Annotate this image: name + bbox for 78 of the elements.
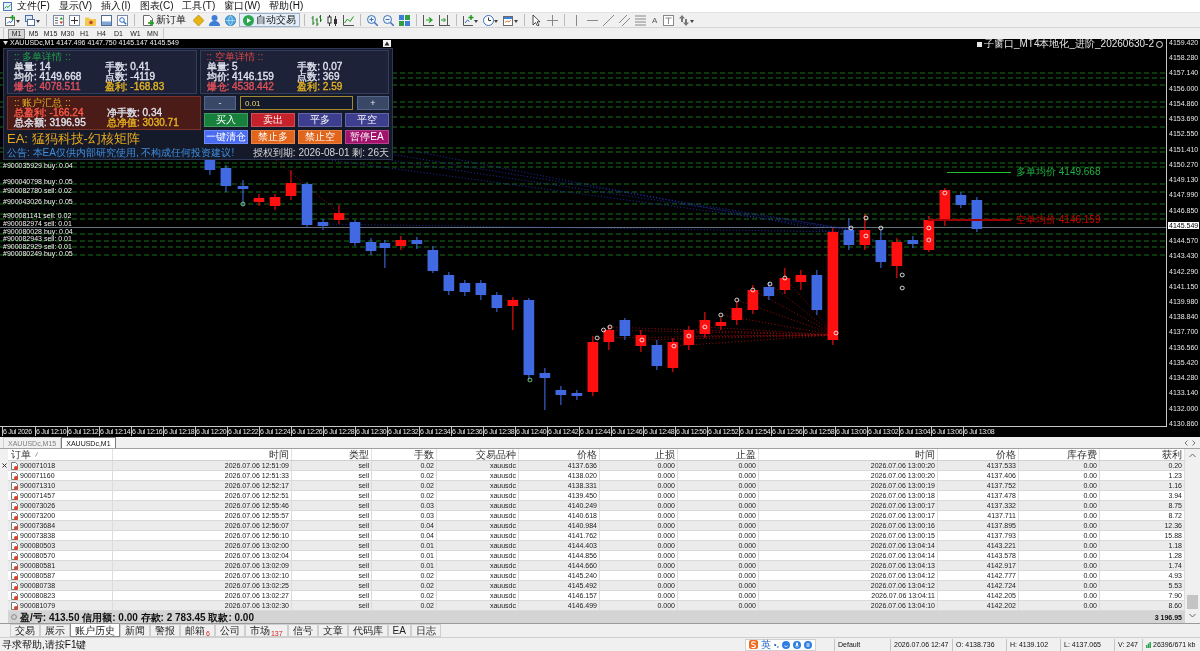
column-header[interactable]: 库存费 [1067,449,1097,460]
chart-plus-icon[interactable] [5,14,20,26]
crosshair-window-icon[interactable] [69,14,80,26]
terminal-tab[interactable]: 邮箱$_{6}$ [180,624,215,637]
column-header[interactable]: 时间 [269,449,289,460]
input-mode-label[interactable]: 英 [761,639,771,650]
zoom-in-icon[interactable] [367,14,378,26]
stacked-windows-icon[interactable] [25,14,40,26]
menu-item[interactable]: 插入(I) [97,0,135,12]
signal-bars-icon [1146,641,1151,648]
document-plus-icon [143,14,154,26]
close-icon[interactable] [1,463,7,468]
terminal-tab[interactable]: 新闻 [120,624,150,637]
sort-indicator-icon [35,452,38,457]
text-tool-button[interactable]: A [649,13,661,27]
column-header[interactable]: 止盈 [736,449,756,460]
price-list-icon[interactable] [53,14,64,26]
auto-trading-button[interactable]: 自动交易 [239,13,300,27]
terminal-tab[interactable]: 文章 [317,624,348,637]
chevron-right-icon[interactable] [1192,439,1196,446]
terminal-tab[interactable]: 展示 [40,624,70,637]
parallel-lines-icon[interactable] [619,14,630,26]
zoom-out-icon[interactable] [383,14,394,26]
scroll-right-icon[interactable] [423,14,434,26]
terminal-tab[interactable]: 交易 [10,624,40,637]
column-header[interactable]: 交易品种 [476,449,516,460]
menu-item[interactable]: 工具(T) [178,0,220,12]
grid-icon[interactable] [399,14,410,26]
column-header[interactable]: 价格 [996,449,1016,460]
magnifier-window-icon[interactable] [117,14,128,26]
terminal-tab[interactable]: 市场$_{137}$ [244,624,288,637]
terminal-tab[interactable]: 日志 [410,624,441,637]
crosshair-icon[interactable] [547,14,558,26]
up-down-arrows-icon[interactable] [679,14,695,26]
candles-icon[interactable] [327,14,338,26]
shift-right-icon[interactable] [439,14,450,26]
grid-circle-icon[interactable] [804,640,812,649]
chevron-left-icon[interactable] [1184,439,1188,446]
column-header[interactable]: 订单 [11,449,31,460]
app-logo-icon[interactable] [749,640,758,649]
chart-add-icon[interactable] [463,14,478,26]
label-frame-icon[interactable] [663,14,675,26]
bar-chart-icon[interactable] [311,14,322,26]
smiley-icon[interactable] [782,640,790,649]
column-header[interactable]: 手数 [414,449,434,460]
cursor-icon[interactable] [531,14,542,26]
column-header[interactable]: 价格 [577,449,597,460]
ring-icon [11,614,17,620]
line-chart-icon[interactable] [343,14,354,26]
terminal-tab[interactable]: 公司 [214,624,245,637]
column-header[interactable]: 类型 [349,449,369,460]
account-summary-text: 盈/亏: 413.50 信用额: 0.00 存款: 2 783.45 取款: 0.00 [20,611,254,623]
column-header[interactable]: 时间 [915,449,935,460]
chart-document-icon[interactable] [3,1,12,11]
terminal-tab[interactable]: 账户历史 [70,624,120,637]
menu-item[interactable]: 显示(V) [54,0,97,12]
terminal-tab[interactable]: 信号 [287,624,318,637]
menu-item[interactable]: 图表(C) [135,0,178,12]
person-icon[interactable] [209,14,220,26]
globe-icon[interactable] [225,14,236,26]
microphone-icon[interactable] [793,640,801,649]
column-header[interactable]: 获利 [1162,449,1182,460]
play-icon [243,14,254,26]
new-order-button[interactable]: 新订单 [139,13,190,27]
dot-comma-icon[interactable] [774,641,779,648]
column-header[interactable]: 止损 [655,449,675,460]
template-icon[interactable] [503,14,518,26]
help-text: 寻求帮助,请按F1键 [1,638,87,651]
terminal-tab[interactable]: EA [387,624,411,637]
vertical-scrollbar[interactable] [1185,449,1200,623]
menu-item[interactable]: 帮助(H) [265,0,308,12]
clock-icon[interactable] [483,14,498,26]
menu-item[interactable]: 窗口(W) [220,0,265,12]
terminal-tab[interactable]: 警报 [150,624,180,637]
terminal-tab[interactable]: 代码库 [347,624,388,637]
menu-item[interactable]: 文件(F) [13,0,54,12]
window-panel-icon[interactable] [101,14,112,26]
diagonal-line-icon[interactable] [603,14,614,26]
